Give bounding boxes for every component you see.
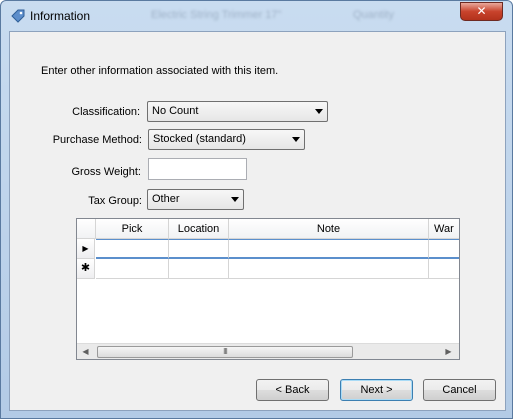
gross-weight-input[interactable] bbox=[148, 158, 247, 180]
gross-weight-label: Gross Weight: bbox=[71, 166, 142, 178]
purchase-method-label: Purchase Method: bbox=[52, 134, 142, 146]
chevron-down-icon bbox=[315, 109, 323, 114]
column-header-note[interactable]: Note bbox=[229, 219, 429, 239]
grid-header: Pick Location Note War bbox=[77, 219, 459, 239]
classification-value: No Count bbox=[152, 105, 199, 117]
cancel-button[interactable]: Cancel bbox=[423, 379, 496, 401]
new-row-indicator-icon[interactable]: ✱ bbox=[77, 259, 95, 279]
chevron-down-icon bbox=[231, 197, 239, 202]
grid-cell-note[interactable] bbox=[229, 259, 429, 279]
dialog-window: Information Electric String Trimmer 17" … bbox=[0, 0, 513, 419]
horizontal-scrollbar[interactable]: ◀ III ▶ bbox=[77, 343, 459, 359]
chevron-down-icon bbox=[292, 137, 300, 142]
grid-cell-location[interactable] bbox=[169, 239, 229, 259]
close-button[interactable]: ✕ bbox=[460, 2, 503, 21]
classification-label: Classification: bbox=[72, 106, 140, 118]
window-title: Information bbox=[30, 9, 91, 23]
next-button[interactable]: Next > bbox=[340, 379, 413, 401]
title-bar[interactable]: Information Electric String Trimmer 17" … bbox=[1, 1, 512, 31]
tax-group-dropdown[interactable]: Other bbox=[147, 189, 244, 210]
scroll-right-icon[interactable]: ▶ bbox=[440, 344, 457, 359]
location-grid[interactable]: Pick Location Note War ▶ ✱ ◀ III ▶ bbox=[76, 218, 460, 360]
scroll-left-icon[interactable]: ◀ bbox=[77, 344, 94, 359]
tag-icon bbox=[11, 9, 25, 23]
purchase-method-dropdown[interactable]: Stocked (standard) bbox=[148, 129, 305, 150]
column-header-location[interactable]: Location bbox=[169, 219, 229, 239]
column-header-warehouse[interactable]: War bbox=[429, 219, 459, 239]
classification-dropdown[interactable]: No Count bbox=[147, 101, 328, 122]
current-row-indicator-icon[interactable]: ▶ bbox=[77, 239, 95, 259]
back-button[interactable]: < Back bbox=[256, 379, 329, 401]
purchase-method-value: Stocked (standard) bbox=[153, 133, 246, 145]
intro-text: Enter other information associated with … bbox=[41, 65, 279, 77]
background-title-fragment: Quantity bbox=[353, 9, 394, 21]
grid-cell-pick[interactable] bbox=[96, 239, 169, 259]
grid-cell-note[interactable] bbox=[229, 239, 429, 259]
grid-corner bbox=[77, 219, 96, 239]
tax-group-value: Other bbox=[152, 193, 180, 205]
background-title-fragment: Electric String Trimmer 17" bbox=[151, 9, 282, 21]
dialog-body: Enter other information associated with … bbox=[9, 31, 506, 411]
tax-group-label: Tax Group: bbox=[88, 195, 142, 207]
scrollbar-thumb[interactable]: III bbox=[97, 346, 353, 358]
grid-cell-location[interactable] bbox=[169, 259, 229, 279]
grid-cell-warehouse[interactable] bbox=[429, 259, 459, 279]
column-header-pick[interactable]: Pick bbox=[96, 219, 169, 239]
grid-cell-pick[interactable] bbox=[96, 259, 169, 279]
grid-cell-warehouse[interactable] bbox=[429, 239, 459, 259]
